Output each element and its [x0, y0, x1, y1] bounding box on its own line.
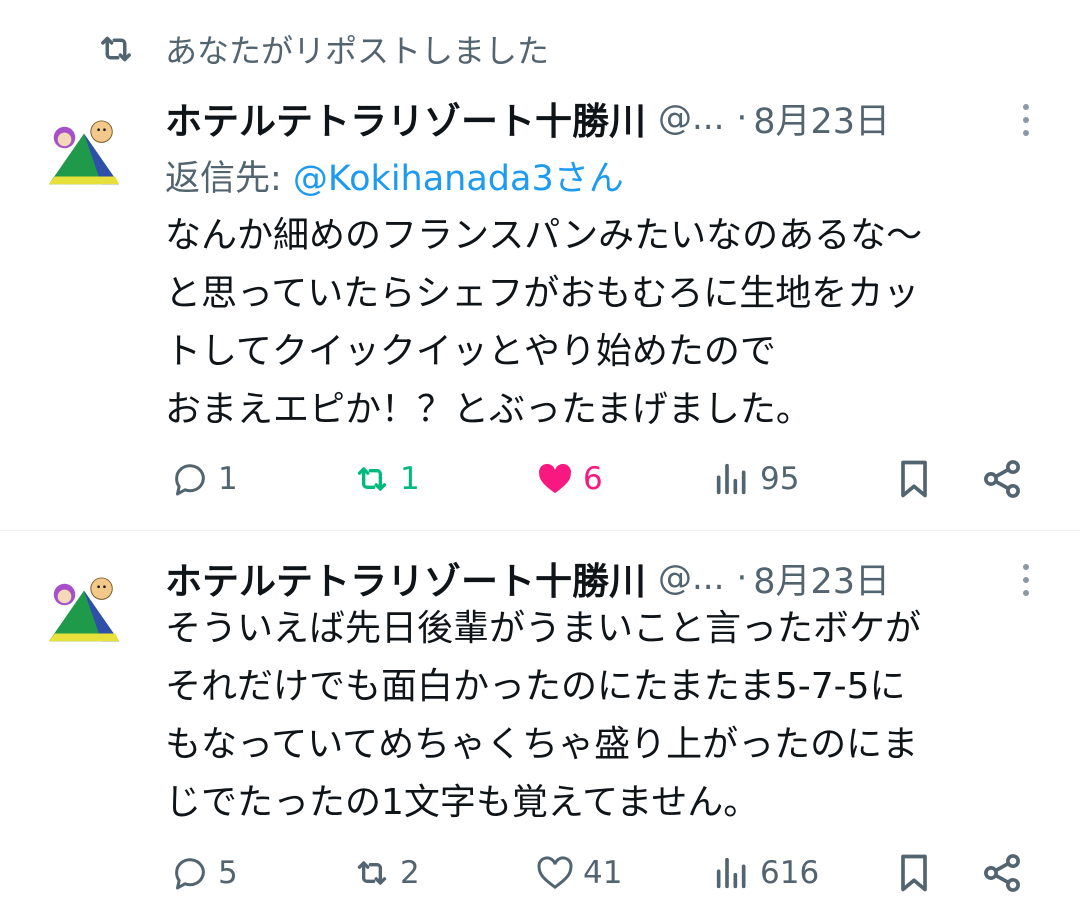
repost-count: 1	[400, 461, 420, 497]
tweet-text: なんか細めのフランスパンみたいなのあるな〜 と思っていたらシェフがおもむろに生地…	[165, 207, 922, 439]
views-button[interactable]: 95	[712, 454, 799, 504]
reply-to-prefix: 返信先:	[165, 159, 293, 199]
share-icon[interactable]	[980, 851, 1024, 895]
views-button[interactable]: 616	[712, 848, 819, 898]
reply-to: 返信先: @Kokihanada3さん	[165, 150, 624, 201]
tweet-date[interactable]: 8月23日	[753, 553, 890, 604]
tweet-divider	[0, 530, 1080, 531]
like-button[interactable]: 6	[535, 454, 603, 504]
reply-button[interactable]: 1	[170, 454, 238, 504]
more-options-icon[interactable]	[1016, 100, 1036, 140]
tweet-text-line: トしてクイックイッとやり始めたので	[165, 331, 776, 372]
tweet-date[interactable]: 8月23日	[753, 93, 890, 144]
like-count: 6	[583, 461, 603, 497]
repost-count: 2	[400, 855, 420, 891]
repost-banner-text: あなたがリポストしました	[165, 32, 550, 70]
reply-count: 1	[218, 461, 238, 497]
view-count: 95	[760, 461, 800, 497]
tweet-text-line: おまえエピか！？とぶったまげました。	[165, 389, 812, 430]
reply-count: 5	[218, 855, 238, 891]
tweet-1[interactable]: ホテルテトラリゾート十勝川 @... · 8月23日 返信先: @Kokihan…	[0, 90, 1080, 520]
reply-icon	[175, 464, 205, 496]
analytics-icon	[716, 857, 746, 889]
tweet-text-line: もなっていてめちゃくちゃ盛り上がったのにま	[165, 724, 919, 765]
reply-icon	[175, 858, 205, 890]
tweet-text-line: じでたったの1文字も覚えてません。	[165, 782, 760, 823]
reply-button[interactable]: 5	[170, 848, 238, 898]
repost-icon	[101, 36, 131, 62]
tweet-2[interactable]: ホテルテトラリゾート十勝川 @... · 8月23日 そういえば先日後輩がうまい…	[0, 550, 1080, 916]
user-handle[interactable]: @...	[658, 98, 724, 138]
display-name[interactable]: ホテルテトラリゾート十勝川	[165, 91, 646, 145]
tweet-text-line: と思っていたらシェフがおもむろに生地をカッ	[165, 273, 920, 314]
like-count: 41	[583, 855, 623, 891]
bookmark-icon[interactable]	[892, 457, 936, 501]
heart-icon	[537, 856, 573, 890]
reply-mention-link[interactable]: @Kokihanada3さん	[293, 159, 624, 199]
repost-icon	[357, 861, 387, 885]
tweet-text-line: それだけでも面白かったのにたまたま5-7-5に	[165, 666, 906, 707]
repost-button[interactable]: 2	[352, 848, 420, 898]
tweet-text-line: そういえば先日後輩がうまいこと言ったボケが	[165, 608, 922, 649]
heart-filled-icon	[538, 463, 572, 494]
tweet-text-line: なんか細めのフランスパンみたいなのあるな〜	[165, 215, 923, 256]
avatar[interactable]	[45, 575, 123, 653]
share-icon[interactable]	[980, 457, 1024, 501]
separator-dot: ·	[736, 98, 748, 138]
user-handle[interactable]: @...	[658, 558, 724, 598]
more-options-icon[interactable]	[1016, 560, 1036, 600]
display-name[interactable]: ホテルテトラリゾート十勝川	[165, 551, 646, 605]
repost-button[interactable]: 1	[352, 454, 420, 504]
view-count: 616	[760, 855, 820, 891]
analytics-icon	[716, 463, 746, 495]
repost-banner: あなたがリポストしました	[95, 24, 549, 74]
avatar[interactable]	[45, 118, 123, 196]
tweet-text: そういえば先日後輩がうまいこと言ったボケが それだけでも面白かったのにたまたま5…	[165, 600, 921, 832]
separator-dot: ·	[736, 558, 748, 598]
repost-icon	[357, 467, 387, 491]
bookmark-icon[interactable]	[892, 851, 936, 895]
like-button[interactable]: 41	[535, 848, 622, 898]
